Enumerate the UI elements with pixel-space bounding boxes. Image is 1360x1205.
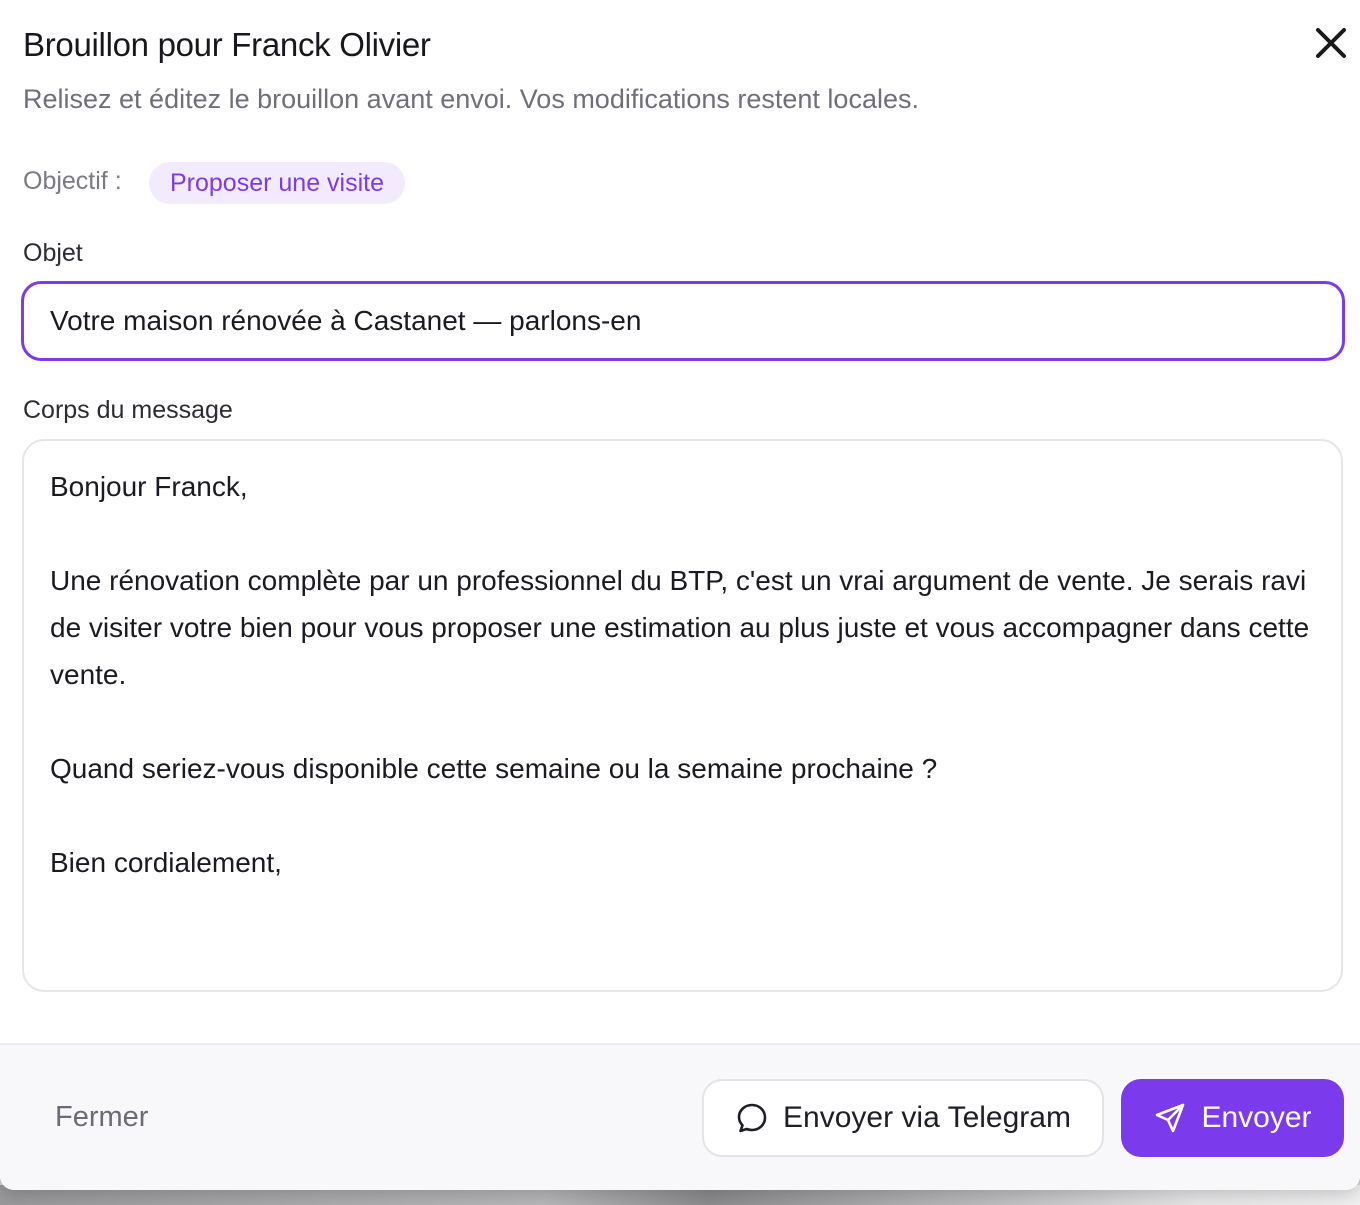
close-button[interactable] [1310,22,1352,64]
send-telegram-label: Envoyer via Telegram [783,1101,1071,1134]
close-footer-button[interactable]: Fermer [55,1101,148,1134]
subject-label: Objet [23,239,83,267]
dialog-title: Brouillon pour Franck Olivier [23,26,431,63]
message-label: Corps du message [23,396,233,424]
send-icon [1156,1103,1185,1133]
close-icon [1316,28,1346,58]
chat-bubble-icon [737,1103,767,1133]
send-button[interactable]: Envoyer [1121,1079,1344,1157]
dialog-subtitle: Relisez et éditez le brouillon avant env… [23,84,919,114]
message-body-textarea[interactable]: Bonjour Franck, Une rénovation complète … [22,439,1343,992]
objective-badge: Proposer une visite [149,162,406,204]
subject-input[interactable] [21,281,1345,361]
dialog-footer: Fermer Envoyer via Telegram Envoyer [0,1043,1360,1190]
send-label: Envoyer [1201,1101,1312,1134]
draft-dialog: Brouillon pour Franck Olivier Relisez et… [0,0,1360,1190]
objective-label: Objectif : [23,167,122,195]
send-telegram-button[interactable]: Envoyer via Telegram [702,1079,1104,1157]
